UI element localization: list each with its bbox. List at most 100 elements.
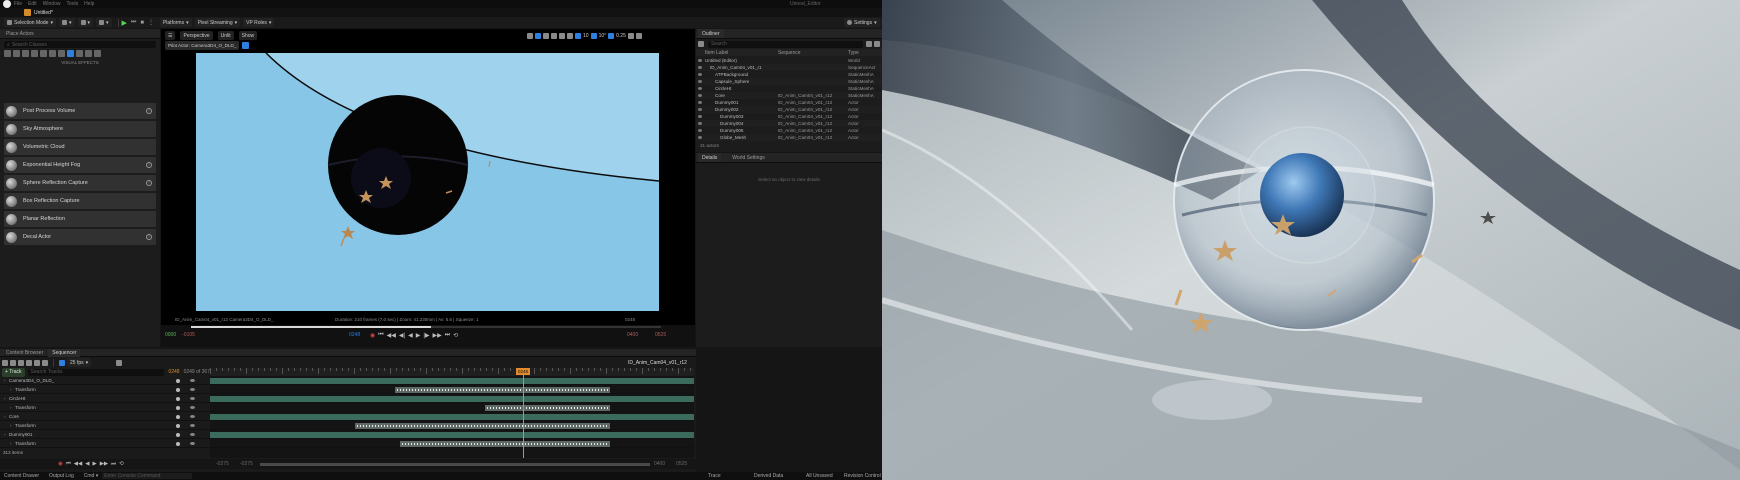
track-row[interactable]: › CircleHt	[0, 395, 210, 403]
seq-prev-key-icon[interactable]: ◀◀	[74, 461, 82, 467]
column-sequence[interactable]: Sequence	[778, 50, 801, 56]
revision-control-button[interactable]: Revision Control	[844, 473, 881, 479]
world-local-icon[interactable]	[559, 33, 565, 39]
stop-icon[interactable]: ■	[140, 20, 144, 26]
seq-loop-icon[interactable]: ⟲	[119, 461, 124, 467]
grid-snap-icon[interactable]	[575, 33, 581, 39]
filter-icon[interactable]	[698, 41, 704, 47]
track-section[interactable]	[210, 378, 694, 384]
track-lane[interactable]	[210, 440, 694, 448]
outliner-row[interactable]: Dummy001 ID_Anim_Cam04_v01_r12 Actor	[696, 99, 882, 106]
timeline-ruler[interactable]	[210, 368, 694, 376]
add-content-button[interactable]: ▾	[58, 18, 75, 27]
rotation-snap-value[interactable]: 10°	[599, 33, 607, 39]
add-key-icon[interactable]	[176, 378, 180, 383]
keyframes[interactable]	[397, 389, 608, 391]
all-classes-icon[interactable]	[58, 50, 65, 57]
expand-arrow-icon[interactable]: ›	[10, 405, 12, 410]
timeline-area[interactable]: 0248	[210, 368, 694, 458]
column-item-label[interactable]: Item Label	[705, 50, 728, 56]
playhead[interactable]	[523, 368, 524, 458]
expand-arrow-icon[interactable]: ›	[4, 432, 6, 437]
surface-snap-icon[interactable]	[567, 33, 573, 39]
fps-dropdown[interactable]: 25 fps ▾	[67, 358, 92, 367]
track-section[interactable]	[210, 414, 694, 420]
place-actor-item[interactable]: Volumetric Cloud	[4, 139, 156, 155]
track-row[interactable]: › Camera3D4_O_DLD_	[0, 377, 210, 385]
lit-mode-button[interactable]: Unlit	[217, 31, 234, 40]
track-section[interactable]	[210, 396, 694, 402]
snap-icon[interactable]	[59, 359, 65, 366]
seq-reverse-icon[interactable]: ◀	[85, 461, 89, 467]
visibility-icon[interactable]	[190, 424, 195, 427]
seq-jump-end-icon[interactable]: ⏭	[111, 461, 116, 468]
volumes-icon[interactable]	[49, 50, 56, 57]
eye-icon[interactable]	[698, 115, 702, 118]
eye-icon[interactable]	[698, 136, 702, 139]
end-frame[interactable]: 0400	[627, 332, 638, 338]
track-lane[interactable]	[210, 404, 694, 412]
expand-arrow-icon[interactable]: ›	[4, 378, 6, 383]
next-key-icon[interactable]: ▶▶	[433, 332, 442, 339]
prev-key-icon[interactable]: ◀◀	[387, 332, 396, 339]
grid-snap-value[interactable]: 10	[583, 33, 589, 39]
curve-icon[interactable]	[42, 359, 48, 366]
place-actor-item[interactable]: Exponential Height Fog?	[4, 157, 156, 173]
selection-mode-button[interactable]: Selection Mode ▾	[4, 18, 56, 27]
start-frame-2[interactable]: -0105	[182, 332, 195, 338]
tab-sequencer[interactable]: Sequencer	[48, 349, 81, 357]
visibility-icon[interactable]	[190, 406, 195, 409]
settings-button[interactable]: Settings ▾	[844, 18, 880, 27]
eye-icon[interactable]	[698, 122, 702, 125]
seq-next-key-icon[interactable]: ▶▶	[100, 461, 108, 467]
keyframes[interactable]	[357, 425, 608, 427]
tab-details[interactable]: Details	[698, 153, 722, 162]
outliner-row[interactable]: Dummy003 ID_Anim_Cam04_v01_r12 Actor	[696, 113, 882, 120]
unsaved-button[interactable]: All Unsaved	[806, 473, 833, 479]
view-range-end[interactable]: 0400	[654, 461, 665, 467]
maximize-icon[interactable]	[635, 33, 642, 39]
select-tool-icon[interactable]	[527, 33, 533, 39]
visibility-icon[interactable]	[190, 415, 195, 418]
track-search-input[interactable]: Search Tracks	[27, 368, 165, 376]
cinematic-icon[interactable]	[40, 50, 47, 57]
more-icon[interactable]: ⋮	[148, 19, 154, 26]
place-actor-item[interactable]: Planar Reflection	[4, 211, 156, 227]
view-range-scroll[interactable]	[260, 463, 650, 466]
basic-icon[interactable]	[13, 50, 20, 57]
show-button[interactable]: Show	[238, 31, 258, 40]
reverse-icon[interactable]: ◀	[408, 332, 413, 339]
perspective-button[interactable]: Perspective	[180, 31, 213, 40]
find-asset-icon[interactable]	[10, 359, 16, 366]
add-track-button[interactable]: + Track	[2, 367, 25, 377]
cmd-dropdown[interactable]: Cmd ▾	[84, 473, 98, 479]
trace-button[interactable]: Trace	[708, 473, 721, 479]
seq-play-icon[interactable]: ▶	[92, 461, 96, 467]
view-range-start-2[interactable]: -0275	[240, 461, 253, 467]
outliner-row[interactable]: Capsule_Sphere StaticMeshA	[696, 78, 882, 85]
add-key-icon[interactable]	[176, 396, 180, 401]
render-icon[interactable]	[18, 359, 24, 366]
add-key-icon[interactable]	[176, 441, 180, 446]
place-actor-item[interactable]: Sphere Reflection Capture?	[4, 175, 156, 191]
track-lane[interactable]	[210, 431, 694, 439]
expand-arrow-icon[interactable]: ›	[10, 441, 12, 446]
jump-start-icon[interactable]: ⏮	[378, 332, 383, 339]
tab-place-actors[interactable]: Place Actors	[2, 29, 38, 38]
expand-arrow-icon[interactable]: ›	[10, 387, 12, 392]
scale-snap-icon[interactable]	[608, 33, 615, 39]
pilot-actor-label[interactable]: Pilot Actor: Camera3D4_O_DLD_	[165, 40, 240, 50]
end-frame-2[interactable]: 0525	[655, 332, 666, 338]
outliner-row[interactable]: Untitled (Editor) World	[696, 57, 882, 64]
menu-tools[interactable]: Tools	[66, 1, 78, 7]
eye-icon[interactable]	[698, 108, 702, 111]
start-frame[interactable]: 0000	[165, 332, 176, 338]
outliner-row[interactable]: Dummy005 ID_Anim_Cam04_v01_r12 Actor	[696, 127, 882, 134]
visibility-icon[interactable]	[190, 433, 195, 436]
translate-tool-icon[interactable]	[535, 33, 541, 39]
add-key-icon[interactable]	[176, 387, 180, 392]
platforms-button[interactable]: Platforms ▾	[159, 18, 192, 27]
track-lane[interactable]	[210, 395, 694, 403]
visibility-icon[interactable]	[190, 388, 195, 391]
track-row[interactable]: › Core	[0, 413, 210, 421]
